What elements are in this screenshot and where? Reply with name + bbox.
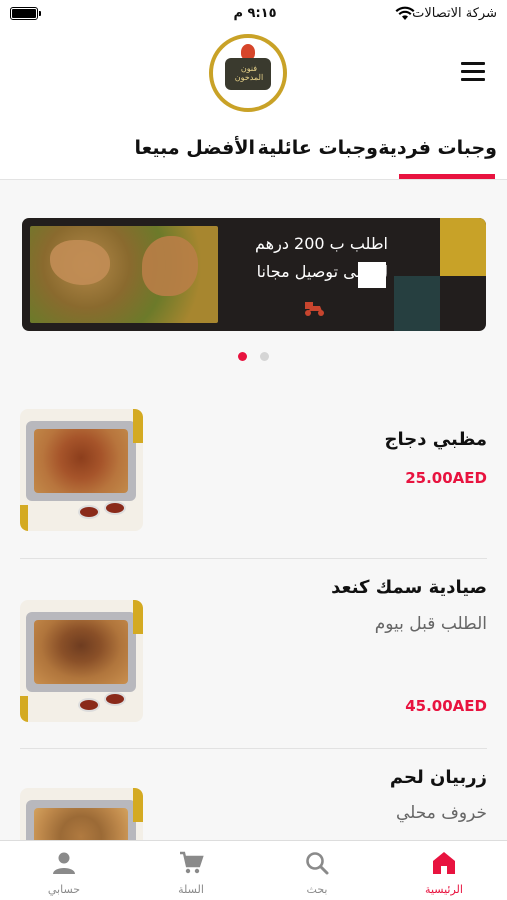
product-name: زربيان لحم	[389, 767, 487, 788]
tab-family-meals[interactable]: وجبات عائلية	[258, 137, 378, 159]
product-price: 25.00AED	[405, 469, 487, 487]
status-time: ٩:١٥ م	[233, 6, 277, 21]
promo-banner[interactable]: اطلب ب 200 درهم ل على توصيل مجانا	[22, 218, 486, 331]
product-price: 45.00AED	[405, 697, 487, 715]
active-tab-indicator	[399, 174, 495, 179]
bottom-navigation: الرئيسية بحث السلة حسابي	[0, 840, 507, 900]
product-description: خروف محلي	[395, 803, 487, 823]
banner-white-block	[358, 262, 386, 288]
status-bar: ٩:١٥ م شركة الاتصالات	[0, 0, 507, 30]
user-icon	[53, 852, 75, 874]
nav-cart[interactable]: السلة	[128, 841, 254, 900]
divider	[20, 558, 487, 559]
product-image	[20, 788, 143, 840]
nav-search[interactable]: بحث	[254, 841, 380, 900]
logo-text: فنون المدخون	[234, 64, 264, 82]
battery-icon	[10, 7, 41, 20]
divider	[20, 748, 487, 749]
nav-home[interactable]: الرئيسية	[381, 841, 507, 900]
product-name: صيادية سمك كنعد	[331, 577, 487, 598]
search-icon	[306, 852, 329, 875]
banner-headline: اطلب ب 200 درهم	[255, 234, 388, 253]
home-icon	[433, 852, 455, 874]
product-card[interactable]: مظبي دجاج 25.00AED	[0, 395, 507, 560]
nav-account[interactable]: حسابي	[1, 841, 127, 900]
carrier-name: شركة الاتصالات	[412, 6, 497, 21]
product-image	[20, 409, 143, 531]
product-name: مظبي دجاج	[384, 429, 487, 450]
tab-best-sellers[interactable]: الأفضل مبيعا	[134, 137, 255, 159]
banner-food-image	[30, 226, 218, 323]
carousel-indicator	[238, 352, 272, 362]
carousel-dot[interactable]	[260, 352, 269, 361]
hamburger-menu-icon[interactable]	[461, 62, 485, 82]
tab-individual-meals[interactable]: وجبات فردية	[378, 137, 497, 159]
brand-logo[interactable]: فنون المدخون	[209, 34, 287, 112]
product-description: الطلب قبل بيوم	[374, 614, 487, 634]
banner-gold-block	[440, 218, 486, 276]
product-card[interactable]: زربيان لحم خروف محلي	[0, 750, 507, 840]
nav-search-label: بحث	[306, 883, 328, 896]
nav-home-label: الرئيسية	[425, 883, 463, 896]
category-tabs: وجبات فردية وجبات عائلية الأفضل مبيعا	[0, 125, 507, 180]
product-card[interactable]: صيادية سمك كنعد الطلب قبل بيوم 45.00AED	[0, 560, 507, 748]
product-image	[20, 600, 143, 722]
app-header: فنون المدخون	[0, 30, 507, 125]
nav-account-label: حسابي	[47, 883, 81, 896]
cart-icon	[180, 851, 204, 874]
banner-teal-block	[394, 276, 440, 331]
nav-cart-label: السلة	[178, 883, 204, 896]
delivery-scooter-icon	[305, 302, 324, 316]
carousel-dot-active[interactable]	[238, 352, 247, 361]
